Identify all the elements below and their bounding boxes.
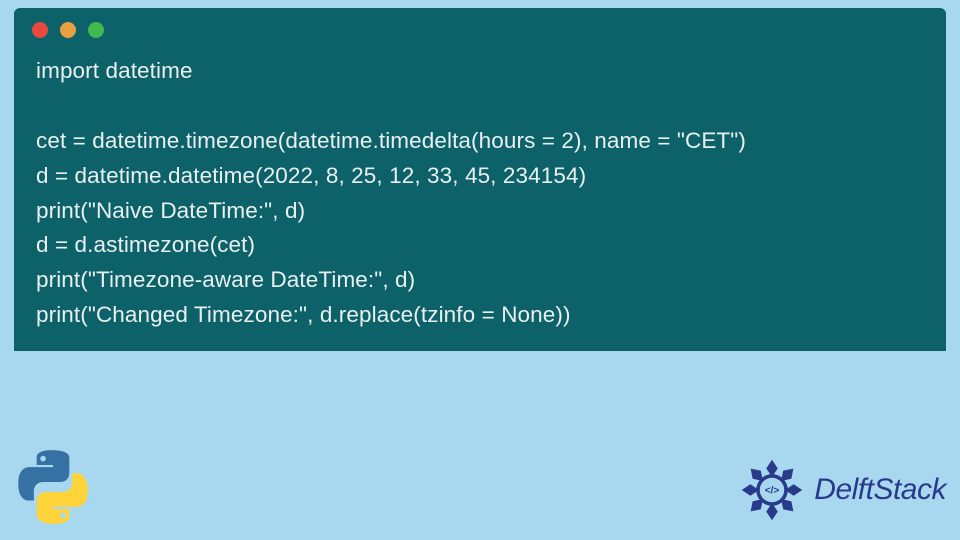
svg-text:</>: </> <box>765 486 780 497</box>
code-block: import datetime cet = datetime.timezone(… <box>14 46 946 333</box>
code-window: import datetime cet = datetime.timezone(… <box>14 8 946 351</box>
delftstack-badge-icon: </> <box>736 454 808 526</box>
window-titlebar <box>14 8 946 46</box>
maximize-icon <box>88 22 104 38</box>
minimize-icon <box>60 22 76 38</box>
footer: </> DelftStack <box>0 410 960 540</box>
brand: </> DelftStack <box>736 454 946 526</box>
brand-name: DelftStack <box>814 473 946 507</box>
close-icon <box>32 22 48 38</box>
python-logo-icon <box>14 448 92 526</box>
